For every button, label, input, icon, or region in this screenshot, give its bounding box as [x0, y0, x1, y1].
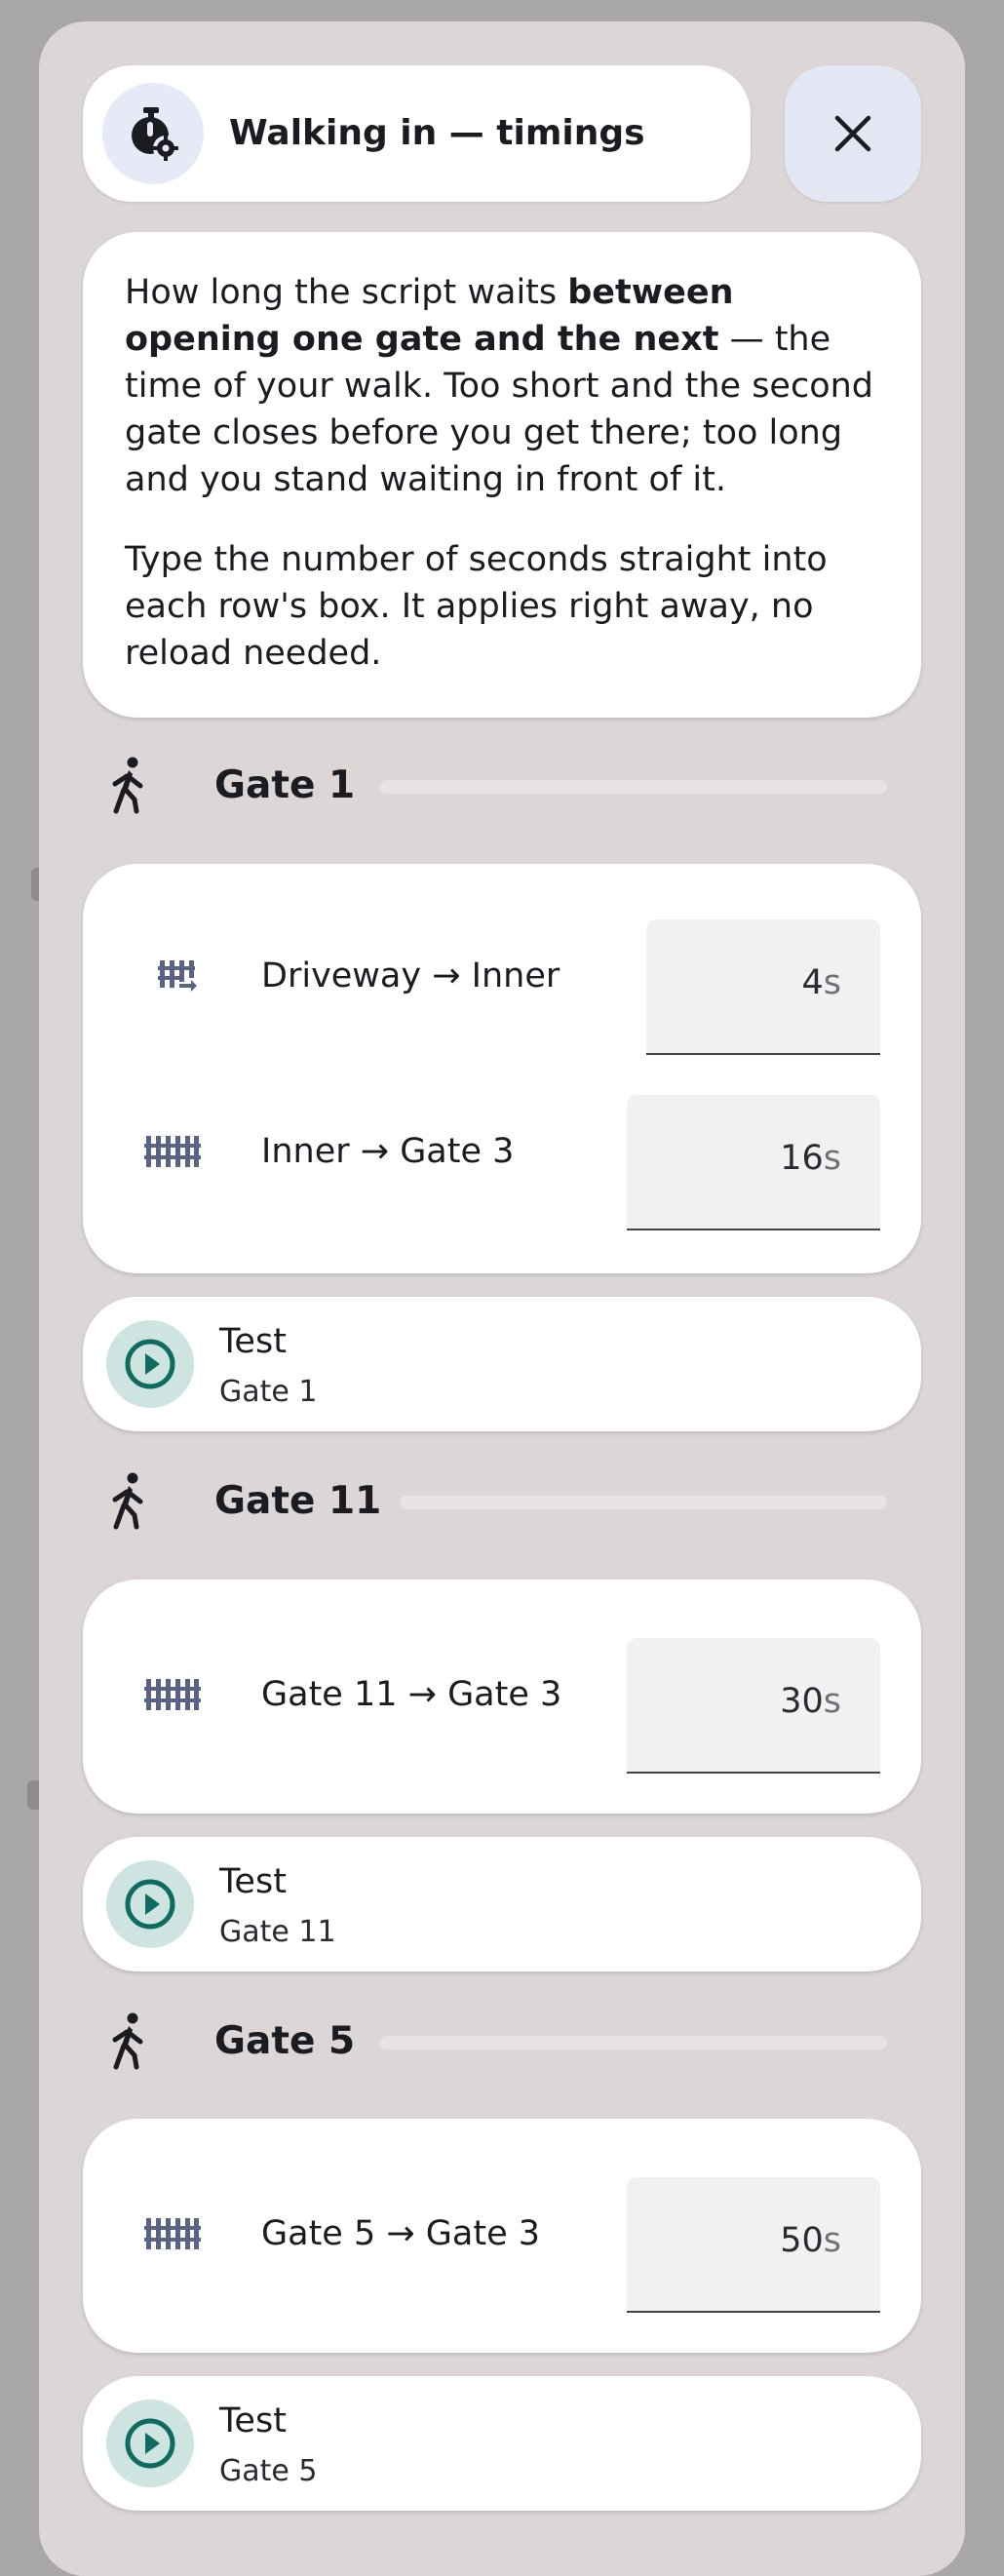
intro-paragraph: How long the script waits between openin… — [125, 269, 895, 503]
fence-icon — [144, 1679, 201, 1710]
timing-row-label: Gate 11 → Gate 3 — [261, 1675, 562, 1714]
sheet-title: Walking in — timings — [229, 113, 645, 153]
timings-card-gate-1: Driveway → Inner 4s Inner → Gate 3 16s — [83, 864, 921, 1273]
test-label: Test — [219, 2401, 287, 2440]
timing-row-label: Gate 5 → Gate 3 — [261, 2214, 541, 2253]
section-divider — [400, 1496, 887, 1509]
fence-icon — [144, 2218, 201, 2249]
section-header-gate-1: Gate 1 — [107, 757, 887, 815]
section-divider — [380, 780, 887, 794]
timing-row: Driveway → Inner 4s — [83, 903, 921, 1055]
seconds-value: 30 — [780, 1682, 824, 1721]
seconds-value: 16 — [780, 1139, 824, 1178]
test-button-gate-1[interactable]: Test Gate 1 — [83, 1297, 921, 1431]
gate-arrow-icon — [158, 960, 197, 992]
walking-icon — [107, 2012, 150, 2075]
section-divider — [380, 2036, 887, 2049]
test-gate-name: Gate 5 — [219, 2454, 318, 2488]
close-button[interactable] — [785, 65, 921, 202]
seconds-input[interactable]: 16s — [627, 1095, 880, 1230]
section-title: Gate 1 — [214, 763, 356, 807]
test-label: Test — [219, 1322, 287, 1361]
seconds-value: 4 — [801, 963, 824, 1002]
test-button-gate-5[interactable]: Test Gate 5 — [83, 2376, 921, 2511]
intro-text: How long the script waits — [125, 273, 568, 312]
timer-gear-icon — [102, 83, 204, 184]
walking-icon — [107, 757, 150, 819]
intro-card: How long the script waits between openin… — [83, 232, 921, 718]
seconds-input[interactable]: 30s — [627, 1638, 880, 1774]
seconds-input[interactable]: 4s — [646, 919, 880, 1055]
timing-row: Inner → Gate 3 16s — [83, 1078, 921, 1230]
timing-row: Gate 5 → Gate 3 50s — [83, 2161, 921, 2313]
section-header-gate-5: Gate 5 — [107, 2012, 887, 2071]
test-label: Test — [219, 1862, 287, 1901]
timing-row: Gate 11 → Gate 3 30s — [83, 1621, 921, 1774]
seconds-unit: s — [823, 1682, 841, 1721]
play-icon — [106, 1860, 194, 1948]
timings-card-gate-5: Gate 5 → Gate 3 50s — [83, 2119, 921, 2353]
seconds-input[interactable]: 50s — [627, 2177, 880, 2313]
seconds-unit: s — [823, 1139, 841, 1178]
timing-row-label: Inner → Gate 3 — [261, 1132, 515, 1171]
seconds-value: 50 — [780, 2221, 824, 2260]
section-header-gate-11: Gate 11 — [107, 1472, 887, 1531]
close-icon — [834, 115, 871, 152]
test-gate-name: Gate 1 — [219, 1375, 318, 1409]
timing-row-label: Driveway → Inner — [261, 956, 560, 995]
play-icon — [106, 1320, 194, 1408]
seconds-unit: s — [823, 963, 841, 1002]
test-button-gate-11[interactable]: Test Gate 11 — [83, 1837, 921, 1971]
walking-icon — [107, 1472, 150, 1535]
section-title: Gate 11 — [214, 1479, 382, 1523]
fence-icon — [144, 1136, 201, 1167]
play-icon — [106, 2400, 194, 2487]
test-gate-name: Gate 11 — [219, 1915, 336, 1949]
seconds-unit: s — [823, 2221, 841, 2260]
sheet-header: Walking in — timings — [83, 65, 751, 202]
section-title: Gate 5 — [214, 2019, 356, 2063]
timings-card-gate-11: Gate 11 → Gate 3 30s — [83, 1580, 921, 1814]
intro-paragraph: Type the number of seconds straight into… — [125, 540, 828, 673]
